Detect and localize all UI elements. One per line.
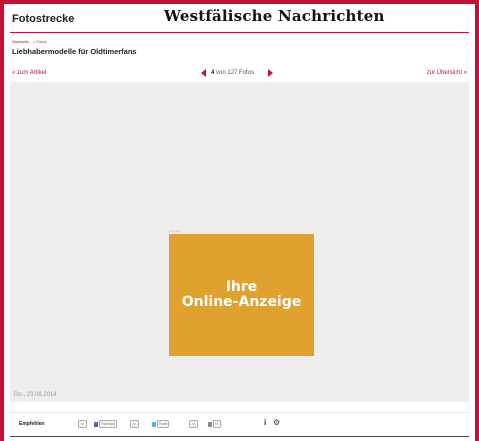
share-count-pill-3[interactable]: ◁▷ — [189, 420, 198, 428]
facebook-label: Facebook — [98, 420, 117, 428]
header-divider — [10, 32, 469, 33]
share-count-pill-1[interactable]: ◁▷ — [78, 420, 87, 428]
share-count-icon: ◁▷ — [78, 420, 87, 428]
google-plus-pill: +1 — [212, 420, 221, 428]
current-photo-number: 4 — [211, 70, 215, 76]
photo-stage: Anzeige Ihre Online-Anzeige — [10, 82, 469, 402]
previous-photo-arrow-icon[interactable] — [201, 69, 206, 77]
twitter-tweet-button[interactable]: Tweet — [152, 420, 170, 428]
back-to-article-link[interactable]: « zum Artikel — [12, 70, 46, 76]
ad-text: Ihre Online-Anzeige — [181, 279, 302, 310]
next-photo-arrow-icon[interactable] — [268, 69, 273, 77]
info-icon[interactable]: i — [264, 418, 266, 427]
gear-icon[interactable]: ⚙ — [273, 418, 280, 427]
tweet-label: Tweet — [156, 420, 170, 428]
breadcrumb-home-link[interactable]: Startseite — [12, 39, 29, 44]
gallery-title: Liebhabermodelle für Oldtimerfans — [12, 47, 137, 56]
breadcrumb: Startseite > Fotos — [12, 39, 49, 44]
page-header: Fotostrecke Westfälische Nachrichten — [4, 4, 475, 34]
twitter-icon — [152, 421, 156, 427]
recommend-label: Empfehlen — [19, 421, 45, 427]
share-count-icon: ◁▷ — [189, 420, 198, 428]
facebook-share-button[interactable]: f Facebook — [94, 420, 117, 428]
share-count-pill-2[interactable]: ◁▷ — [130, 420, 139, 428]
photo-counter: 4 von 127 Fotos — [211, 70, 254, 76]
google-plus-button[interactable]: +1 — [208, 420, 221, 428]
brand-logo[interactable]: Westfälische Nachrichten — [164, 7, 385, 25]
photo-counter-total: von 127 Fotos — [216, 70, 255, 76]
section-title: Fotostrecke — [12, 13, 75, 25]
online-ad-banner[interactable]: Ihre Online-Anzeige — [169, 234, 314, 356]
gallery-navigation: « zum Artikel 4 von 127 Fotos zur Übersi… — [4, 66, 475, 78]
share-count-icon: ◁▷ — [130, 420, 139, 428]
facebook-icon: f — [94, 421, 98, 427]
page-frame: Fotostrecke Westfälische Nachrichten Sta… — [4, 4, 475, 441]
overview-link[interactable]: zur Übersicht » — [427, 70, 467, 76]
google-plus-icon — [208, 421, 212, 427]
ad-caption: Anzeige — [169, 229, 180, 233]
photo-date: Do., 23.08.2014 — [14, 392, 57, 398]
share-toolbar: Empfehlen ◁▷ f Facebook ◁▷ Tweet ◁▷ +1 i… — [10, 412, 469, 435]
breadcrumb-fotos-link[interactable]: > Fotos — [33, 39, 46, 44]
footer-divider — [10, 436, 469, 437]
